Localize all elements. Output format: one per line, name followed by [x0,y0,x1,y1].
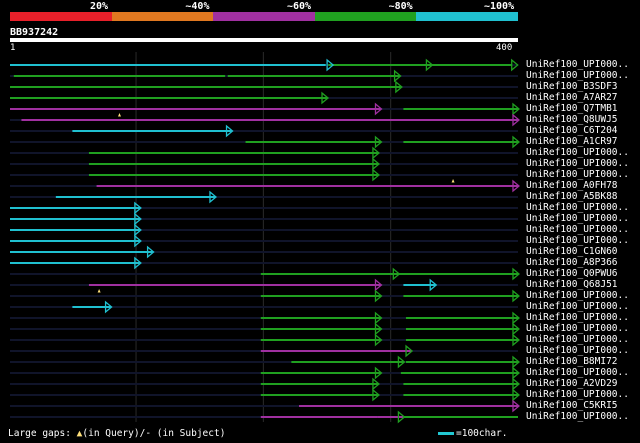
legend-label-4: ~80% [388,1,413,12]
hit-label[interactable]: UniRef100_A8P366 [526,258,618,268]
hit-label[interactable]: UniRef100_A1CR97 [526,137,618,147]
hit-label[interactable]: UniRef100_Q68J51 [526,280,618,290]
scale-label: =100char. [456,428,508,439]
hit-label[interactable]: UniRef100_UPI000.. [526,324,629,334]
hit-label[interactable]: UniRef100_UPI000.. [526,313,629,323]
scale-legend: =100char. [438,428,507,439]
hit-label[interactable]: UniRef100_UPI000.. [526,148,629,158]
hit-label[interactable]: UniRef100_A5BK88 [526,192,618,202]
hit-label[interactable]: UniRef100_UPI000.. [526,302,629,312]
hit-label[interactable]: UniRef100_A0FH78 [526,181,618,191]
hit-label[interactable]: UniRef100_A7AR27 [526,93,618,103]
hit-label[interactable]: UniRef100_UPI000.. [526,159,629,169]
hit-label[interactable]: UniRef100_UPI000.. [526,390,629,400]
hit-label[interactable]: UniRef100_UPI000.. [526,225,629,235]
hit-label[interactable]: UniRef100_B3SDF3 [526,82,618,92]
legend-label-1: 20% [90,1,109,12]
hit-label[interactable]: UniRef100_Q8UWJ5 [526,115,618,125]
hit-label[interactable]: UniRef100_Q0PWU6 [526,269,618,279]
hit-label[interactable]: UniRef100_UPI000.. [526,335,629,345]
query-gap-marker-icon [451,179,455,183]
subject-gap-dash: - [145,428,152,439]
hit-label[interactable]: UniRef100_UPI000.. [526,412,629,422]
legend-label-2: ~40% [185,1,210,12]
hit-label[interactable]: UniRef100_UPI000.. [526,214,629,224]
scale-swatch-icon [438,432,454,435]
hit-label[interactable]: UniRef100_UPI000.. [526,170,629,180]
hit-label[interactable]: UniRef100_B8MI72 [526,357,618,367]
hit-label[interactable]: UniRef100_UPI000.. [526,60,629,70]
hit-label[interactable]: UniRef100_Q7TMB1 [526,104,618,114]
in-query-label: (in Query)/ [82,428,146,439]
hit-label[interactable]: UniRef100_UPI000.. [526,368,629,378]
large-gaps-label: Large gaps: [8,428,71,439]
hit-label[interactable]: UniRef100_UPI000.. [526,291,629,301]
hit-label[interactable]: UniRef100_A2VD29 [526,379,618,389]
legend-label-3: ~60% [287,1,312,12]
legend-label-5: ~100% [484,1,515,12]
hit-label[interactable]: UniRef100_UPI000.. [526,346,629,356]
gap-legend: Large gaps: ▲(in Query)/- (in Subject) [8,428,225,439]
in-subject-label: (in Subject) [156,428,226,439]
hit-label[interactable]: UniRef100_C5KRI5 [526,401,618,411]
hit-label[interactable]: UniRef100_UPI000.. [526,236,629,246]
query-gap-marker-icon [117,113,121,117]
hit-label[interactable]: UniRef100_C6T204 [526,126,618,136]
hit-label[interactable]: UniRef100_UPI000.. [526,203,629,213]
query-gap-marker-icon [97,289,101,293]
hit-label[interactable]: UniRef100_UPI000.. [526,71,629,81]
hit-label[interactable]: UniRef100_C1GN60 [526,247,618,257]
